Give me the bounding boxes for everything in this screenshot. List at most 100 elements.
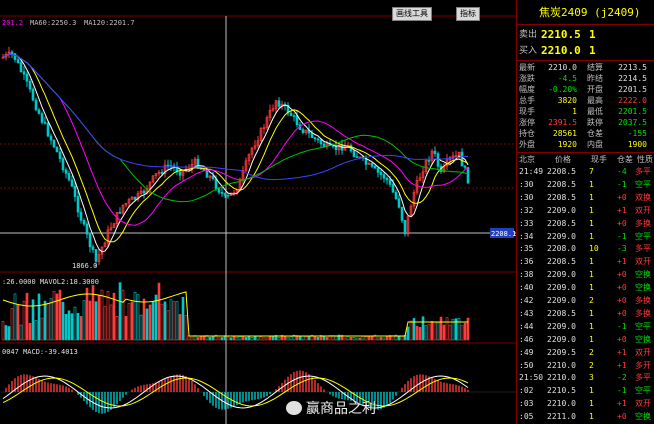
candle (460, 151, 464, 167)
tick-row[interactable]: :38 2209.0 1 +0 空换 (517, 269, 654, 281)
volume-bar (442, 324, 446, 341)
volume-bar (466, 317, 470, 341)
candle (94, 249, 98, 262)
tick-cell: 2210.0 (547, 373, 576, 383)
tick-row[interactable]: :44 2209.0 1 -1 空平 (517, 321, 654, 333)
tick-row[interactable]: :32 2209.0 1 +1 双开 (517, 205, 654, 217)
tick-cell: +1 (617, 360, 627, 370)
tick-cell: 21:50 (519, 373, 544, 383)
weibo-icon (286, 401, 302, 415)
tick-row[interactable]: :49 2209.5 2 +1 双开 (517, 347, 654, 359)
ask-row[interactable]: 卖出 2210.5 1 (517, 28, 654, 42)
volume-bar (19, 324, 23, 341)
tick-row[interactable]: :50 2210.0 2 +1 多开 (517, 360, 654, 372)
tick-cell: :30 (519, 192, 534, 202)
candle (370, 163, 374, 167)
volume-bar (13, 293, 17, 341)
candle (388, 179, 392, 185)
candle (133, 196, 137, 200)
tick-cell: 10 (589, 244, 599, 254)
candle (67, 172, 71, 181)
volume-bar (163, 301, 167, 341)
quote-stat-row: 外盘 1920 内盘 1900 (517, 139, 654, 151)
candle (433, 150, 437, 154)
tick-row[interactable]: :02 2210.5 1 -1 空平 (517, 385, 654, 397)
tick-row[interactable]: 21:49 2208.5 7 -4 多平 (517, 166, 654, 178)
tick-row[interactable]: :46 2209.0 1 +0 空换 (517, 334, 654, 346)
volume-bar (103, 306, 107, 341)
tick-cell: :38 (519, 270, 534, 280)
draw-tools-button[interactable]: 画线工具 (392, 7, 432, 21)
tick-row[interactable]: :30 2208.5 1 -1 空平 (517, 179, 654, 191)
volume-bar (235, 336, 239, 341)
candle (403, 220, 407, 235)
volume-bar (121, 289, 125, 341)
volume-bar (367, 336, 371, 341)
volume-bar (304, 336, 308, 341)
tick-cell: 2209.0 (547, 334, 576, 344)
indicator-button[interactable]: 指标 (456, 7, 480, 21)
candle (289, 112, 293, 116)
candle (427, 160, 431, 162)
tick-cell: 2 (589, 347, 594, 357)
volume-bar (382, 337, 386, 341)
bid-row[interactable]: 买入 2210.0 1 (517, 44, 654, 58)
tick-row[interactable]: :05 2211.0 1 +0 空换 (517, 411, 654, 423)
volume-bar (460, 325, 464, 341)
tick-cell: +0 (617, 192, 627, 202)
volume-bar (415, 325, 419, 341)
candle (316, 138, 320, 141)
tick-row[interactable]: 21:50 2210.0 3 -2 多平 (517, 372, 654, 384)
tick-row[interactable]: :03 2210.0 1 +1 双开 (517, 398, 654, 410)
volume-bar (361, 335, 365, 341)
tick-row[interactable]: :42 2209.0 2 +0 多换 (517, 295, 654, 307)
tick-row[interactable]: :40 2209.0 1 +0 空换 (517, 282, 654, 294)
tick-row[interactable]: :35 2208.0 10 -3 多平 (517, 243, 654, 255)
candle (310, 132, 314, 139)
tick-cell: 双开 (635, 347, 651, 357)
candle (226, 194, 230, 197)
candle (178, 171, 182, 176)
watermark: 赢商品之利 (286, 398, 376, 418)
tick-cell: :36 (519, 257, 534, 267)
kline-chart-area[interactable]: 201.2 MA60:2250.3 MA120:2201.7 1866.0 2208.1… (0, 0, 516, 424)
candle (46, 122, 50, 137)
tick-row[interactable]: :36 2208.5 1 +1 双开 (517, 256, 654, 268)
volume-bar (64, 314, 68, 341)
tick-row[interactable]: :33 2208.5 1 +0 多换 (517, 218, 654, 230)
tick-cell: +0 (617, 218, 627, 228)
volume-bar (409, 320, 413, 341)
tick-row[interactable]: :43 2208.5 1 +0 多换 (517, 308, 654, 320)
tick-cell: 双开 (635, 399, 651, 409)
volume-bar (175, 301, 179, 341)
tick-cell: 空平 (635, 179, 651, 189)
volume-bar (262, 337, 266, 341)
volume-bar (97, 295, 101, 341)
tick-cell: +1 (617, 257, 627, 267)
candle (34, 99, 38, 111)
volume-bar (88, 300, 92, 341)
tick-cell: 双换 (635, 192, 651, 202)
candle (82, 220, 86, 225)
volume-bar (283, 336, 287, 341)
tick-row[interactable]: :30 2208.5 1 +0 双换 (517, 192, 654, 204)
candle (70, 179, 74, 187)
tick-cell: 1 (589, 179, 594, 189)
volume-bar (130, 301, 134, 341)
candle (40, 113, 44, 123)
volume-bar (208, 336, 212, 341)
volume-bar (430, 320, 434, 341)
volume-bar (172, 301, 176, 341)
tick-cell: +0 (617, 270, 627, 280)
candle (166, 164, 170, 167)
candle (313, 137, 317, 140)
volume-bar (370, 335, 374, 341)
tick-cell: +0 (617, 308, 627, 318)
tick-cell: :43 (519, 308, 534, 318)
tick-cell: -1 (617, 321, 627, 331)
candle (319, 139, 323, 145)
candlestick-chart[interactable]: 201.2 MA60:2250.3 MA120:2201.7 1866.0 2208.1… (0, 0, 516, 424)
tick-row[interactable]: :34 2209.0 1 -1 空平 (517, 231, 654, 243)
tick-cell: 2210.5 (547, 386, 576, 396)
candle (292, 115, 296, 117)
